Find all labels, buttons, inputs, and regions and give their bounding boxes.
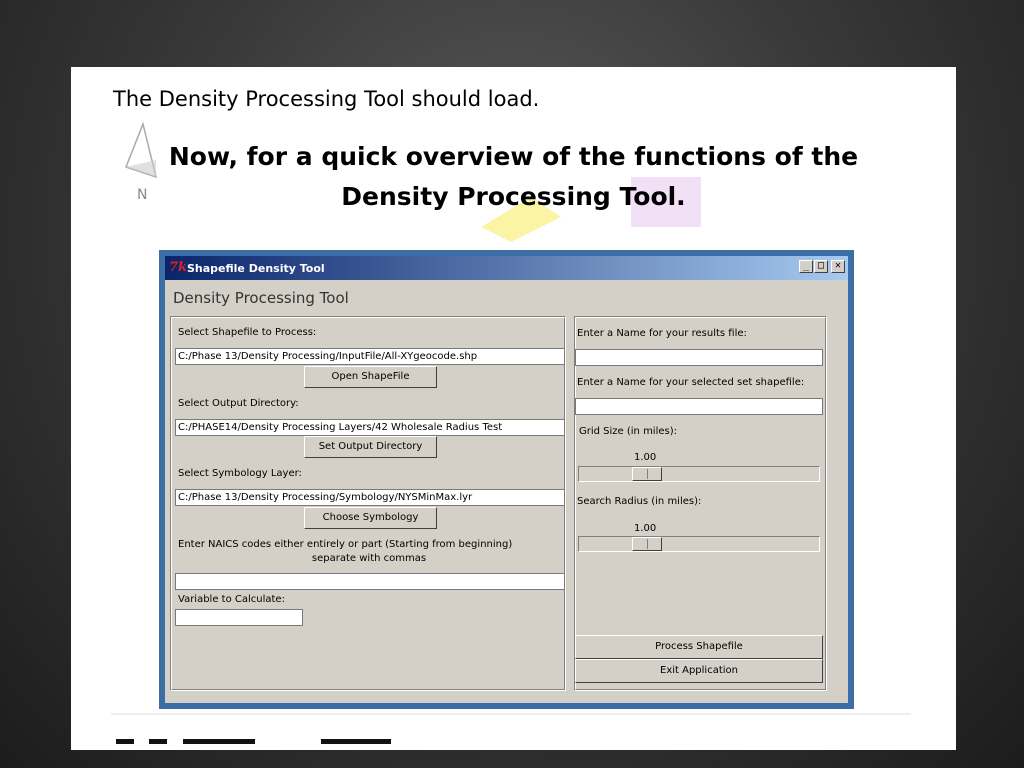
window-controls: _ □ ✕ [799,260,845,273]
tk-app-icon: 7k [169,260,188,275]
window-title: Shapefile Density Tool [187,261,325,275]
compass-label: N [137,187,148,203]
process-shapefile-button[interactable]: Process Shapefile [575,635,823,659]
search-radius-label: Search Radius (in miles): [577,496,702,507]
tool-title: Density Processing Tool [173,289,349,307]
output-directory-input[interactable]: C:/PHASE14/Density Processing Layers/42 … [175,419,565,436]
symbology-input[interactable]: C:/Phase 13/Density Processing/Symbology… [175,489,565,506]
left-panel: Select Shapefile to Process: C:/Phase 13… [170,316,566,691]
close-icon[interactable]: ✕ [831,260,845,273]
open-shapefile-button[interactable]: Open ShapeFile [304,366,437,388]
app-window: 7k Shapefile Density Tool _ □ ✕ Density … [159,250,854,709]
heading-line-1: Now, for a quick overview of the functio… [168,142,859,171]
intro-text: The Density Processing Tool should load. [113,87,540,111]
results-file-input[interactable] [575,349,823,366]
grid-size-slider[interactable] [578,466,820,482]
maximize-icon[interactable]: □ [814,260,828,273]
set-output-directory-button[interactable]: Set Output Directory [304,436,437,458]
naics-label-line-1: Enter NAICS codes either entirely or par… [178,539,513,550]
window-titlebar[interactable]: 7k Shapefile Density Tool _ □ ✕ [165,256,848,280]
search-radius-value: 1.00 [634,523,657,534]
slide: N The Density Processing Tool should loa… [71,67,956,750]
output-directory-label: Select Output Directory: [178,398,299,409]
symbology-label: Select Symbology Layer: [178,468,302,479]
shapefile-input[interactable]: C:/Phase 13/Density Processing/InputFile… [175,348,565,365]
exit-application-button[interactable]: Exit Application [575,659,823,683]
slide-heading: Now, for a quick overview of the functio… [151,137,876,217]
naics-input[interactable] [175,573,565,590]
choose-symbology-button[interactable]: Choose Symbology [304,507,437,529]
window-client: Density Processing Tool Select Shapefile… [165,280,848,703]
selected-set-input[interactable] [575,398,823,415]
search-radius-slider[interactable] [578,536,820,552]
results-file-label: Enter a Name for your results file: [577,328,747,339]
right-panel: Enter a Name for your results file: Ente… [574,316,827,691]
variable-label: Variable to Calculate: [178,594,285,605]
scale-bar [111,713,911,744]
naics-label-line-2: separate with commas [311,553,427,564]
shapefile-label: Select Shapefile to Process: [178,327,317,338]
grid-size-label: Grid Size (in miles): [579,426,677,437]
minimize-icon[interactable]: _ [799,260,813,273]
heading-line-2: Density Processing Tool. [341,182,686,211]
grid-size-value: 1.00 [634,452,657,463]
grid-size-slider-thumb[interactable] [632,467,662,481]
variable-input[interactable] [175,609,303,626]
search-radius-slider-thumb[interactable] [632,537,662,551]
selected-set-label: Enter a Name for your selected set shape… [577,377,805,388]
